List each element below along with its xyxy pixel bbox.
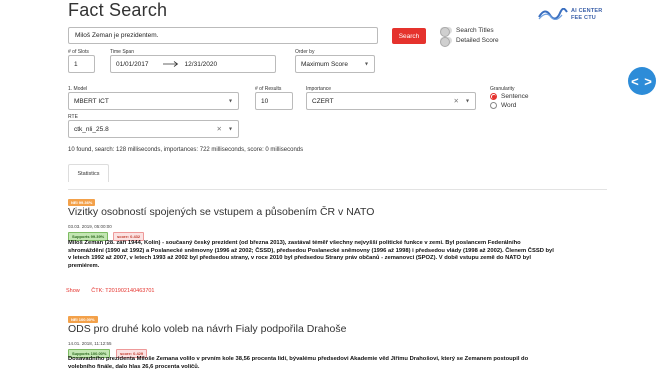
result-text-line: Dosavadního prezidenta Miloše Zemana vol… xyxy=(68,356,529,362)
granularity-label: Granularity xyxy=(490,86,515,92)
radio-sentence[interactable] xyxy=(490,93,497,100)
claim-search-input[interactable] xyxy=(68,27,378,44)
result-text-line: Miloš Zeman (28. září 1944, Kolín) - sou… xyxy=(68,240,521,246)
date-from[interactable]: 01/01/2017 xyxy=(116,61,149,68)
result-date: 14.01. 2018, 11:12:55 xyxy=(68,341,112,346)
tab-statistics[interactable]: Statistics xyxy=(68,164,109,182)
granularity-sentence[interactable]: Sentence xyxy=(490,93,528,100)
result-title[interactable]: ODS pro druhé kolo voleb na návrh Fialy … xyxy=(68,323,346,335)
logo-line-2: FEE CTU xyxy=(571,14,596,21)
result-text: Miloš Zeman (28. září 1944, Kolín) - sou… xyxy=(68,240,608,271)
granularity-word[interactable]: Word xyxy=(490,102,516,109)
result-text-line: volebního finále, dalo hlas 26,6 procent… xyxy=(68,363,200,370)
slots-value: 1 xyxy=(74,60,78,68)
order-select[interactable]: Maximum Score ▾ xyxy=(295,55,375,73)
rte-select[interactable]: ctk_nli_25.8 ✕ ▾ xyxy=(68,120,239,138)
toggle-search-titles[interactable]: Search Titles xyxy=(440,26,494,37)
result-text-line: v letech 1992 až 2007, v letech 1993 až … xyxy=(68,255,531,262)
result-footer: Show ČTK: T201902140463701 xyxy=(66,288,165,294)
result-text-line: premiérem. xyxy=(68,263,100,270)
order-value: Maximum Score xyxy=(301,60,348,68)
toggle-label: Search Titles xyxy=(456,27,494,34)
chevron-down-icon: ▾ xyxy=(465,98,469,105)
clear-icon[interactable]: ✕ xyxy=(217,125,222,133)
ai-center-logo: AI CENTER FEE CTU xyxy=(538,6,618,24)
timespan-range[interactable]: 01/01/2017 12/31/2020 xyxy=(110,55,276,73)
clear-icon[interactable]: ✕ xyxy=(454,97,459,105)
radio-word[interactable] xyxy=(490,102,497,109)
result-date: 03.03. 2019, 05:00:00 xyxy=(68,224,112,229)
search-button[interactable]: Search xyxy=(392,28,426,44)
results-value: 10 xyxy=(261,97,269,105)
chevron-down-icon: ▾ xyxy=(228,98,232,105)
radio-label: Word xyxy=(501,102,517,109)
result-title[interactable]: Vizitky osobností spojených se vstupem a… xyxy=(68,206,374,218)
show-link[interactable]: Show xyxy=(66,288,80,294)
nei-badge: NEI 99.36% xyxy=(68,199,96,206)
arrow-right-icon xyxy=(162,61,178,67)
results-input[interactable]: 10 xyxy=(255,92,293,110)
rte-value: ctk_nli_25.8 xyxy=(74,125,109,133)
chevron-down-icon: ▾ xyxy=(364,61,368,68)
importance-value: CZERT xyxy=(312,97,334,105)
slots-input[interactable]: 1 xyxy=(68,55,95,73)
toggle-label: Detailed Score xyxy=(456,37,499,44)
date-to[interactable]: 12/31/2020 xyxy=(185,61,218,68)
nei-badge: NEI 100.00% xyxy=(68,316,98,323)
model-value: MBERT ICT xyxy=(74,97,109,105)
page-title: Fact Search xyxy=(68,0,168,20)
chevron-down-icon: ▾ xyxy=(228,126,232,133)
toggle-detailed-score[interactable]: Detailed Score xyxy=(440,36,499,47)
detailed-score-switch[interactable] xyxy=(440,36,452,47)
search-summary: 10 found, search: 128 milliseconds, impo… xyxy=(68,147,304,153)
ctk-link[interactable]: ČTK: T201902140463701 xyxy=(91,288,154,294)
importance-select[interactable]: CZERT ✕ ▾ xyxy=(306,92,476,110)
result-text: Dosavadního prezidenta Miloše Zemana vol… xyxy=(68,356,608,371)
tab-divider xyxy=(68,189,607,190)
wave-logo-icon xyxy=(538,8,568,20)
search-titles-switch[interactable] xyxy=(440,26,452,37)
model-select[interactable]: MBERT ICT ▾ xyxy=(68,92,239,110)
radio-label: Sentence xyxy=(501,93,529,100)
code-nav-button[interactable]: < > xyxy=(628,67,656,95)
logo-line-1: AI CENTER xyxy=(571,8,603,14)
